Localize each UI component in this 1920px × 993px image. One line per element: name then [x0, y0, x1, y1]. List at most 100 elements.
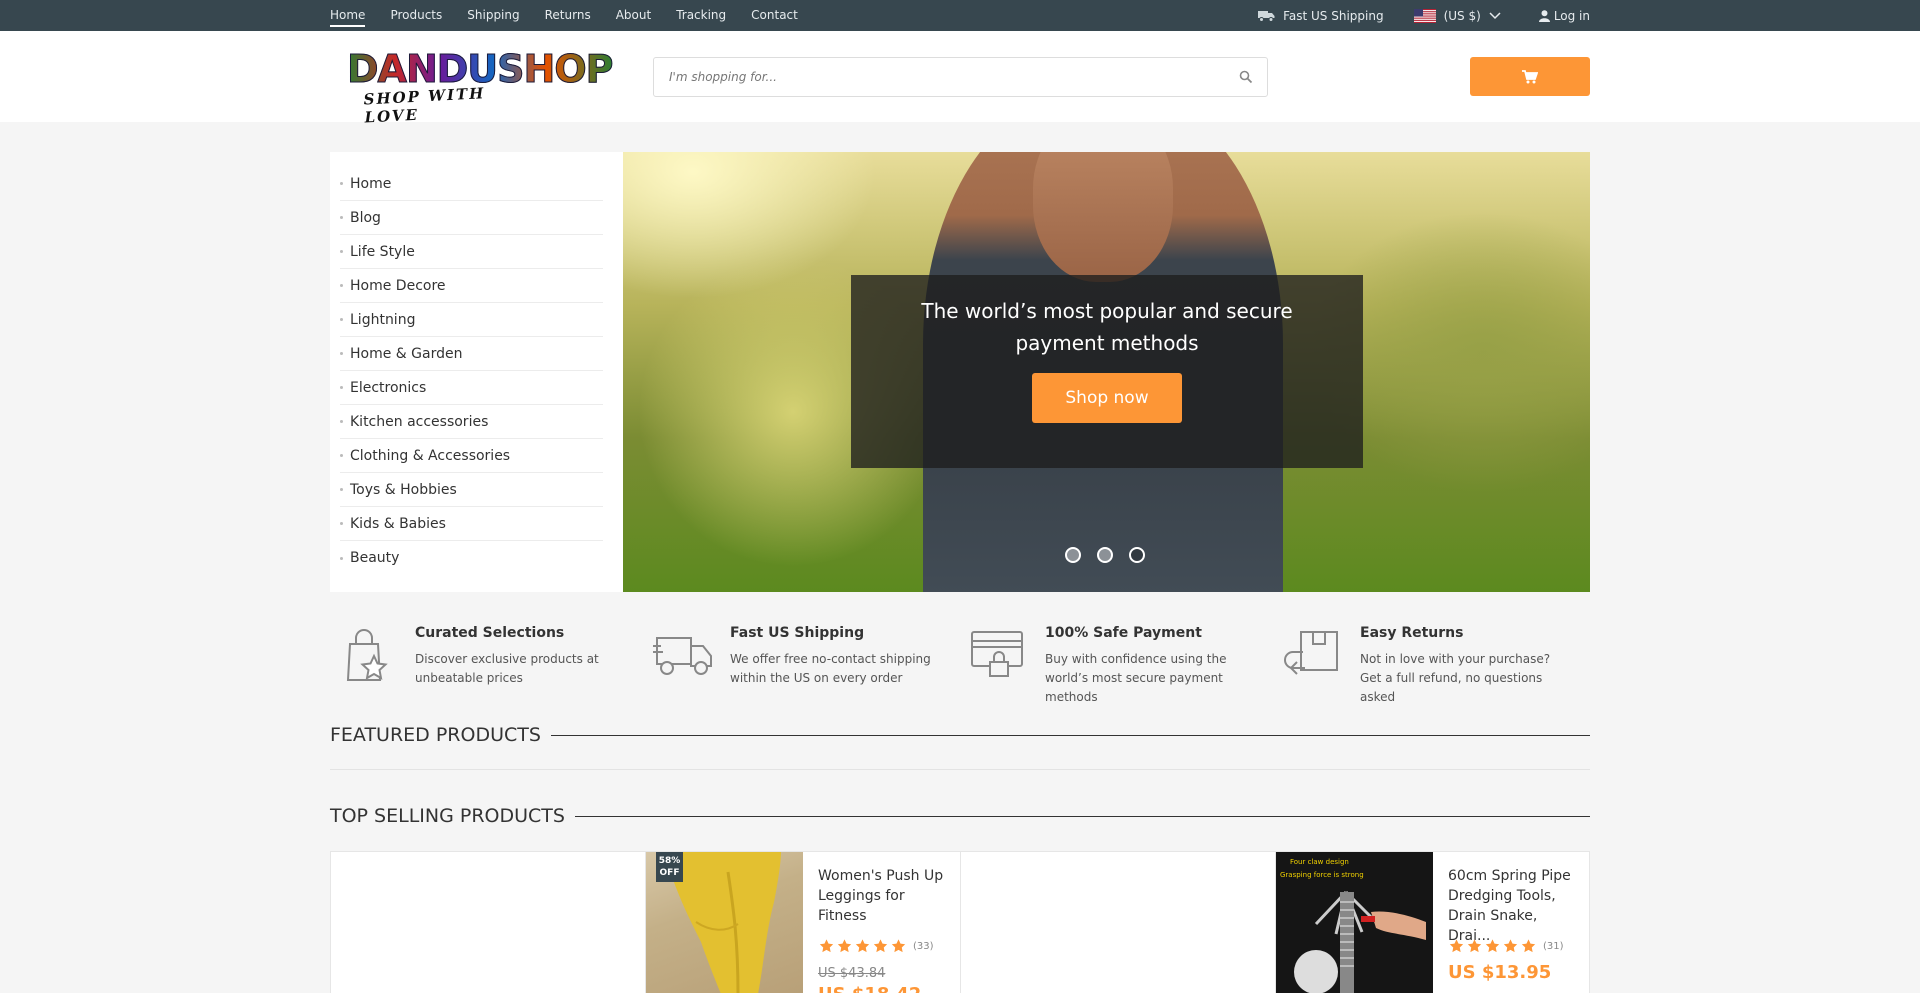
bullet-icon: [340, 352, 343, 355]
category-label: Electronics: [350, 379, 427, 396]
category-item[interactable]: Life Style: [340, 235, 603, 269]
bullet-icon: [340, 454, 343, 457]
product-card-placeholder[interactable]: [961, 852, 1276, 993]
image-caption: Four claw design: [1290, 858, 1349, 866]
bullet-icon: [340, 182, 343, 185]
secure-card-lock-icon: [971, 631, 1023, 677]
nav-products[interactable]: Products: [390, 0, 442, 31]
us-flag-icon: [1413, 8, 1436, 23]
features-row: Curated Selections Discover exclusive pr…: [330, 620, 1590, 704]
category-item[interactable]: Beauty: [340, 541, 603, 575]
feature-text: Discover exclusive products at unbeatabl…: [415, 652, 599, 685]
user-icon: [1538, 9, 1550, 22]
slider-dot[interactable]: [1065, 547, 1081, 563]
nav-contact[interactable]: Contact: [751, 0, 798, 31]
feature-title: Curated Selections: [415, 625, 565, 641]
category-label: Home Decore: [350, 277, 446, 294]
chevron-down-icon: [1489, 11, 1501, 19]
shop-now-button[interactable]: Shop now: [1032, 373, 1182, 423]
slider-dots: [1065, 547, 1145, 563]
feature-text: Buy with confidence using the world’s mo…: [1045, 652, 1227, 704]
bullet-icon: [340, 420, 343, 423]
category-label: Blog: [350, 209, 381, 226]
category-item[interactable]: Home: [340, 167, 603, 201]
product-rating: (33): [818, 938, 934, 954]
fast-shipping-link[interactable]: Fast US Shipping: [1258, 9, 1384, 23]
review-count: (31): [1543, 940, 1564, 952]
review-count: (33): [913, 940, 934, 952]
product-card-placeholder[interactable]: [331, 852, 646, 993]
cart-button[interactable]: [1470, 57, 1590, 96]
star-icon: [837, 939, 852, 953]
category-item[interactable]: Toys & Hobbies: [340, 473, 603, 507]
top-selling-heading: TOP SELLING PRODUCTS: [330, 804, 1590, 828]
bullet-icon: [340, 318, 343, 321]
login-label: Log in: [1553, 8, 1590, 23]
feature-returns: Easy Returns Not in love with your purch…: [1275, 620, 1590, 704]
product-image[interactable]: Four claw design Grasping force is stron…: [1276, 852, 1433, 993]
category-item[interactable]: Home & Garden: [340, 337, 603, 371]
product-card[interactable]: Four claw design Grasping force is stron…: [1276, 852, 1591, 993]
category-item[interactable]: Home Decore: [340, 269, 603, 303]
login-link[interactable]: Log in: [1538, 8, 1590, 23]
bullet-icon: [340, 284, 343, 287]
category-item[interactable]: Kids & Babies: [340, 507, 603, 541]
site-logo[interactable]: DANDUSHOP SHOP WITH LOVE: [346, 47, 613, 127]
category-item[interactable]: Blog: [340, 201, 603, 235]
star-icon: [873, 939, 888, 953]
category-label: Home & Garden: [350, 345, 463, 362]
product-rating: (31): [1448, 938, 1564, 954]
category-label: Clothing & Accessories: [350, 447, 511, 464]
delivery-truck-icon: [653, 637, 712, 675]
category-label: Beauty: [350, 550, 400, 566]
fast-shipping-label: Fast US Shipping: [1283, 8, 1384, 23]
category-label: Life Style: [350, 243, 415, 260]
feature-title: Fast US Shipping: [730, 625, 865, 641]
category-item[interactable]: Electronics: [340, 371, 603, 405]
nav-about[interactable]: About: [616, 0, 651, 31]
product-image[interactable]: 58% OFF: [646, 852, 803, 993]
star-icon: [1521, 939, 1536, 953]
category-label: Home: [350, 175, 392, 192]
category-label: Lightning: [350, 311, 416, 328]
star-icon: [855, 939, 870, 953]
nav-shipping[interactable]: Shipping: [467, 0, 519, 31]
category-item[interactable]: Clothing & Accessories: [340, 439, 603, 473]
feature-payment: 100% Safe Payment Buy with confidence us…: [960, 620, 1275, 704]
currency-label: (US $): [1443, 8, 1481, 23]
bullet-icon: [340, 522, 343, 525]
star-icon: [1449, 939, 1464, 953]
featured-products-area: [330, 769, 1590, 770]
hero-caption-box: The world’s most popular and secure paym…: [851, 275, 1363, 468]
slider-dot-active[interactable]: [1129, 547, 1145, 563]
featured-products-heading: FEATURED PRODUCTS: [330, 723, 1590, 747]
product-name[interactable]: Women's Push Up Leggings for Fitness: [818, 866, 953, 926]
section-divider: [574, 815, 1590, 817]
star-icon: [1503, 939, 1518, 953]
feature-text: We offer free no-contact shipping within…: [730, 652, 931, 685]
category-label: Kids & Babies: [350, 515, 446, 532]
bullet-icon: [340, 250, 343, 253]
old-price: US $43.84: [818, 966, 886, 981]
currency-selector[interactable]: (US $): [1413, 8, 1501, 23]
top-nav: Home Products Shipping Returns About Tra…: [330, 0, 798, 31]
slider-dot[interactable]: [1097, 547, 1113, 563]
product-price: US $13.95: [1448, 962, 1552, 983]
search-icon[interactable]: [1239, 70, 1253, 84]
bullet-icon: [340, 556, 343, 560]
feature-title: Easy Returns: [1360, 625, 1464, 641]
product-card[interactable]: 58% OFF Women's Push Up Leggings for Fit…: [646, 852, 961, 993]
star-icon: [819, 939, 834, 953]
search-input[interactable]: [654, 58, 1224, 96]
hero-slider[interactable]: The world’s most popular and secure paym…: [623, 152, 1590, 592]
product-name[interactable]: 60cm Spring Pipe Dredging Tools, Drain S…: [1448, 866, 1583, 946]
category-item[interactable]: Lightning: [340, 303, 603, 337]
feature-title: 100% Safe Payment: [1045, 625, 1202, 641]
product-price: US $18.42: [818, 984, 921, 993]
nav-returns[interactable]: Returns: [545, 0, 591, 31]
nav-home[interactable]: Home: [330, 0, 366, 31]
star-icon: [1467, 939, 1482, 953]
feature-text: Not in love with your purchase? Get a fu…: [1360, 652, 1551, 704]
category-item[interactable]: Kitchen accessories: [340, 405, 603, 439]
nav-tracking[interactable]: Tracking: [676, 0, 726, 31]
